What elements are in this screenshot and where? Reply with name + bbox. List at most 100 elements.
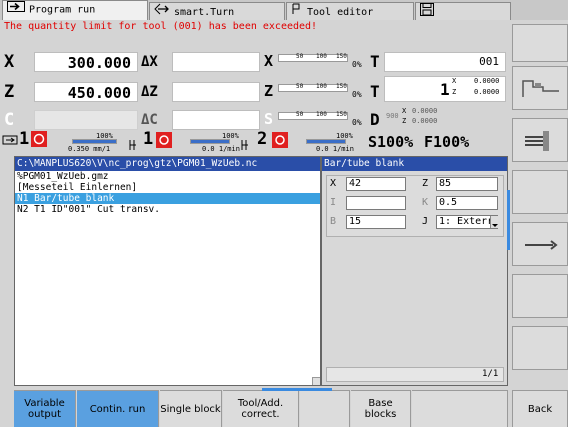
spindle1-index: 1 (143, 129, 154, 149)
spindle2-value: 0.0 1/min (316, 145, 354, 153)
softkey-empty[interactable] (412, 390, 508, 427)
program-line-selected[interactable]: N1 Bar/tube blank (15, 193, 320, 204)
field-label-z: Z (422, 178, 429, 189)
form-title: Bar/tube blank (322, 157, 507, 171)
side-softkey-empty-4[interactable] (512, 326, 568, 370)
wrench-icon (523, 237, 559, 256)
tab-smart-turn[interactable]: smart.Turn (149, 2, 285, 20)
scale-tick: 50 (296, 53, 304, 60)
slide-icon (2, 132, 18, 151)
machine-view-icon (521, 77, 561, 103)
field-label-x: X (330, 178, 337, 189)
program-line[interactable]: %PGM01_WzUeb.gmz (15, 171, 320, 182)
scale-label-z: Z (264, 82, 274, 100)
feed-value: 0.350 mm/1 (68, 145, 111, 153)
spindle2-index: 2 (257, 129, 268, 149)
program-pane: C:\MANPLUS620\V\nc_prog\gtz\PGM01_WzUeb.… (14, 156, 321, 386)
scale-tick: 50 (296, 111, 304, 118)
program-path: C:\MANPLUS620\V\nc_prog\gtz\PGM01_WzUeb.… (15, 157, 320, 171)
slide-index: 1 (19, 129, 30, 149)
tool-d-z-label: Z (402, 117, 407, 125)
tool-offset-x-value: 0.0000 (474, 77, 500, 85)
x-load-pct: 0% (352, 60, 362, 69)
chevron-down-icon[interactable] (490, 216, 498, 228)
side-softkey-machine[interactable] (512, 66, 568, 110)
scale-label-x: X (264, 52, 274, 70)
spindle2-icon (240, 136, 250, 155)
resize-grip[interactable] (312, 377, 320, 385)
feed-override: F100% (424, 133, 470, 151)
blank-i-input[interactable] (346, 196, 406, 210)
tab-tool-editor[interactable]: Tool editor (286, 2, 414, 20)
softkey-back[interactable]: Back (512, 390, 568, 427)
blank-z-input[interactable]: 85 (436, 177, 498, 191)
x-distance-field (172, 52, 260, 72)
blank-j-select[interactable]: 1: Exterr (436, 215, 498, 229)
tab-program-run[interactable]: Program run (2, 0, 148, 20)
field-label-i: I (330, 197, 337, 208)
scale-label-s: S (264, 110, 274, 128)
dist-label-x: ΔX (141, 54, 158, 70)
blank-x-input[interactable]: 42 (346, 177, 406, 191)
tool-icon (291, 3, 303, 21)
c-position-value (34, 110, 138, 130)
axis-label-c: C (4, 110, 15, 130)
tool-offset-x-label: X (452, 77, 457, 85)
blank-form-pane: Bar/tube blank X 42 Z 85 I K 0.5 B 15 J … (321, 156, 508, 386)
blank-b-input[interactable]: 15 (346, 215, 406, 229)
scale-tick: 100 (316, 111, 327, 118)
softkey-empty[interactable] (300, 390, 350, 427)
tool-offset-z-label: Z (452, 88, 457, 96)
tool-d-label: D (370, 110, 380, 129)
side-softkey-empty-2[interactable] (512, 170, 568, 214)
s-load-pct: 0% (352, 118, 362, 127)
arrow-right-icon (7, 1, 25, 18)
side-softkey-empty-3[interactable] (512, 274, 568, 318)
z-position-value: 450.000 (34, 82, 138, 102)
spindle2-stop-icon (272, 132, 288, 152)
softkey-variable-output[interactable]: Variable output (14, 390, 76, 427)
tool-d-z-value: 0.0000 (412, 117, 438, 125)
tool-t-label: T (370, 52, 380, 71)
axis-label-x: X (4, 52, 15, 72)
tab-bar: Program run smart.Turn Tool editor (0, 0, 568, 20)
spindle1-bar (190, 139, 230, 144)
spindle2-bar (306, 139, 346, 144)
spindle1-stop-icon (156, 132, 172, 152)
feed-bar (72, 139, 117, 144)
field-label-k: K (422, 197, 429, 208)
spindle-icon (128, 136, 138, 155)
page-indicator: 1/1 (482, 369, 499, 379)
scroll-indicator (507, 190, 510, 250)
program-line[interactable]: N2 T1 ID"001" Cut transv. (15, 204, 320, 215)
scale-tick: 50 (296, 83, 304, 90)
turret-icon (521, 129, 561, 157)
side-softkey-empty-1[interactable] (512, 24, 568, 62)
floppy-disk-icon (420, 3, 434, 22)
spindle1-value: 0.0 1/min (202, 145, 240, 153)
spindle-override: S100% (368, 133, 414, 151)
dist-label-c: ΔC (141, 112, 158, 128)
axis-label-z: Z (4, 82, 15, 102)
c-distance-field (172, 110, 260, 130)
scale-tick: 150 (336, 83, 347, 90)
blank-k-input[interactable]: 0.5 (436, 196, 498, 210)
warning-message: The quantity limit for tool (001) has be… (4, 21, 318, 32)
z-distance-field (172, 82, 260, 102)
softkey-contin-run[interactable]: Contin. run (77, 390, 159, 427)
softkey-page-indicator (262, 388, 332, 391)
side-softkey-turret[interactable] (512, 118, 568, 162)
tab-save[interactable] (415, 2, 511, 20)
side-softkey-wrench[interactable] (512, 222, 568, 266)
softkey-single-block[interactable]: Single block (160, 390, 222, 427)
dist-label-z: ΔZ (141, 84, 158, 100)
softkey-tool-add-correct[interactable]: Tool/Add. correct. (223, 390, 299, 427)
scale-tick: 150 (336, 53, 347, 60)
form-footer (326, 367, 504, 382)
program-line[interactable]: [Messeteil Einlernen] (15, 182, 320, 193)
softkey-base-blocks[interactable]: Base blocks (351, 390, 411, 427)
scale-tick: 150 (336, 111, 347, 118)
tool-d-value: 900 (386, 112, 399, 120)
scale-tick: 100 (316, 53, 327, 60)
x-position-value: 300.000 (34, 52, 138, 72)
